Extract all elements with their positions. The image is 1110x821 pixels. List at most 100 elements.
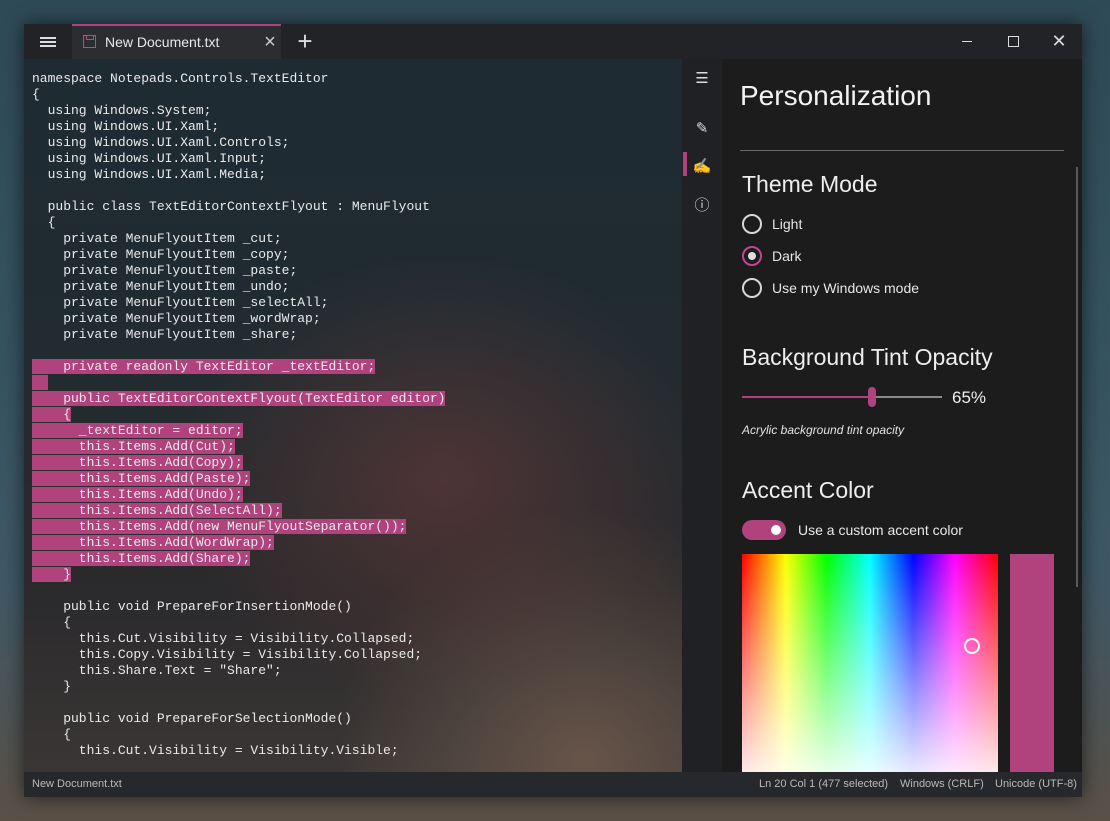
sidenav-about-icon[interactable]: ⓘ xyxy=(682,191,722,217)
code-line-text: { xyxy=(32,87,40,102)
code-line[interactable]: { xyxy=(32,727,445,743)
code-line[interactable] xyxy=(32,375,445,391)
code-line[interactable]: private MenuFlyoutItem _copy; xyxy=(32,247,445,263)
code-line-text: namespace Notepads.Controls.TextEditor xyxy=(32,71,329,86)
code-line[interactable]: this.Copy.Visibility = Visibility.Collap… xyxy=(32,647,445,663)
code-line[interactable]: public void PrepareForInsertionMode() xyxy=(32,599,445,615)
slider-thumb[interactable] xyxy=(868,387,876,407)
code-text[interactable]: namespace Notepads.Controls.TextEditor{ … xyxy=(32,71,446,759)
radio-light[interactable] xyxy=(742,214,762,234)
code-line[interactable]: } xyxy=(32,567,445,583)
code-line-text: private MenuFlyoutItem _share; xyxy=(32,327,298,342)
code-line[interactable]: this.Items.Add(Cut); xyxy=(32,439,445,455)
code-line[interactable]: private MenuFlyoutItem _paste; xyxy=(32,263,445,279)
save-icon xyxy=(83,34,96,48)
code-line[interactable]: this.Cut.Visibility = Visibility.Collaps… xyxy=(32,631,445,647)
code-line-text: private MenuFlyoutItem _wordWrap; xyxy=(32,311,321,326)
code-line[interactable]: using Windows.UI.Xaml.Media; xyxy=(32,167,445,183)
theme-option-light[interactable]: Light xyxy=(742,213,802,235)
close-icon: ✕ xyxy=(1051,31,1067,51)
status-cursor-position[interactable]: Ln 20 Col 1 (477 selected) xyxy=(759,778,888,790)
code-line[interactable]: this.Items.Add(SelectAll); xyxy=(32,503,445,519)
code-line[interactable]: { xyxy=(32,407,445,423)
code-line[interactable]: private MenuFlyoutItem _undo; xyxy=(32,279,445,295)
code-line[interactable]: private MenuFlyoutItem _cut; xyxy=(32,231,445,247)
code-line-text: this.Items.Add(new MenuFlyoutSeparator()… xyxy=(32,519,407,534)
custom-accent-toggle[interactable] xyxy=(742,520,786,540)
code-line-text: } xyxy=(32,679,72,694)
sidenav-menu-icon[interactable]: ☰ xyxy=(682,65,722,91)
sidenav-personalization-icon[interactable]: ✍ xyxy=(682,153,722,179)
code-line[interactable] xyxy=(32,183,445,199)
settings-side-nav: ☰ ✎ ✍ ⓘ xyxy=(682,59,722,772)
minimize-button[interactable] xyxy=(944,24,990,59)
code-line[interactable]: private MenuFlyoutItem _share; xyxy=(32,327,445,343)
desktop-background-strip xyxy=(0,797,1110,821)
panel-scrollbar[interactable] xyxy=(1076,167,1078,587)
panel-title: Personalization xyxy=(740,80,932,111)
status-encoding[interactable]: Unicode (UTF-8) xyxy=(995,778,1077,790)
code-line-text: using Windows.System; xyxy=(32,103,212,118)
color-picker-handle[interactable] xyxy=(964,638,980,654)
close-button[interactable]: ✕ xyxy=(1036,24,1082,59)
code-line[interactable]: this.Items.Add(Paste); xyxy=(32,471,445,487)
code-line-text: this.Copy.Visibility = Visibility.Collap… xyxy=(32,647,423,662)
code-line[interactable]: this.Share.Text = "Share"; xyxy=(32,663,445,679)
code-line-text: private MenuFlyoutItem _cut; xyxy=(32,231,282,246)
code-line[interactable]: this.Items.Add(Copy); xyxy=(32,455,445,471)
new-tab-button[interactable]: + xyxy=(290,27,320,57)
code-line[interactable]: this.Items.Add(Share); xyxy=(32,551,445,567)
code-line[interactable]: this.Items.Add(Undo); xyxy=(32,487,445,503)
code-line[interactable]: namespace Notepads.Controls.TextEditor xyxy=(32,71,445,87)
code-line-text: { xyxy=(32,727,72,742)
code-line-text: using Windows.UI.Xaml.Input; xyxy=(32,151,267,166)
code-line[interactable]: using Windows.UI.Xaml.Input; xyxy=(32,151,445,167)
code-line[interactable] xyxy=(32,343,445,359)
code-line-text: this.Cut.Visibility = Visibility.Visible… xyxy=(32,743,399,758)
code-line[interactable]: this.Items.Add(new MenuFlyoutSeparator()… xyxy=(32,519,445,535)
code-line[interactable]: _textEditor = editor; xyxy=(32,423,445,439)
code-line[interactable]: private MenuFlyoutItem _wordWrap; xyxy=(32,311,445,327)
code-line[interactable] xyxy=(32,695,445,711)
code-line-text: this.Items.Add(Share); xyxy=(32,551,251,566)
radio-dark[interactable] xyxy=(742,246,762,266)
color-spectrum[interactable] xyxy=(742,554,998,772)
code-line[interactable]: using Windows.UI.Xaml; xyxy=(32,119,445,135)
accent-color-preview xyxy=(1010,554,1054,772)
code-line-text: private MenuFlyoutItem _paste; xyxy=(32,263,298,278)
code-line[interactable]: public void PrepareForSelectionMode() xyxy=(32,711,445,727)
code-line[interactable]: using Windows.System; xyxy=(32,103,445,119)
code-line[interactable]: } xyxy=(32,679,445,695)
tab-close-icon[interactable]: × xyxy=(259,32,281,54)
code-line[interactable]: { xyxy=(32,615,445,631)
tab-new-document[interactable]: New Document.txt × xyxy=(72,24,281,59)
status-filename[interactable]: New Document.txt xyxy=(32,778,122,790)
radio-windows-mode[interactable] xyxy=(742,278,762,298)
code-line[interactable]: using Windows.UI.Xaml.Controls; xyxy=(32,135,445,151)
text-editor[interactable]: namespace Notepads.Controls.TextEditor{ … xyxy=(24,59,682,772)
maximize-button[interactable] xyxy=(990,24,1036,59)
code-line[interactable]: this.Cut.Visibility = Visibility.Visible… xyxy=(32,743,445,759)
status-line-ending[interactable]: Windows (CRLF) xyxy=(900,778,984,790)
code-line[interactable]: this.Items.Add(WordWrap); xyxy=(32,535,445,551)
theme-mode-heading: Theme Mode xyxy=(742,171,878,197)
code-line[interactable] xyxy=(32,583,445,599)
tab-title: New Document.txt xyxy=(105,34,220,50)
title-bar: New Document.txt × + ✕ xyxy=(24,24,1082,59)
code-line-text: this.Items.Add(SelectAll); xyxy=(32,503,282,518)
theme-option-windows[interactable]: Use my Windows mode xyxy=(742,277,919,299)
code-line[interactable]: public class TextEditorContextFlyout : M… xyxy=(32,199,445,215)
code-line[interactable]: private MenuFlyoutItem _selectAll; xyxy=(32,295,445,311)
code-line[interactable]: { xyxy=(32,215,445,231)
code-line-text: this.Cut.Visibility = Visibility.Collaps… xyxy=(32,631,415,646)
theme-option-dark[interactable]: Dark xyxy=(742,245,802,267)
tint-opacity-slider[interactable] xyxy=(742,387,942,407)
radio-label-light: Light xyxy=(772,216,803,232)
tint-opacity-heading: Background Tint Opacity xyxy=(742,344,993,370)
main-menu-icon[interactable] xyxy=(24,24,72,59)
code-line[interactable]: private readonly TextEditor _textEditor; xyxy=(32,359,445,375)
tint-opacity-value: 65% xyxy=(952,388,987,407)
sidenav-text-editing-icon[interactable]: ✎ xyxy=(682,115,722,141)
code-line[interactable]: { xyxy=(32,87,445,103)
code-line[interactable]: public TextEditorContextFlyout(TextEdito… xyxy=(32,391,446,407)
